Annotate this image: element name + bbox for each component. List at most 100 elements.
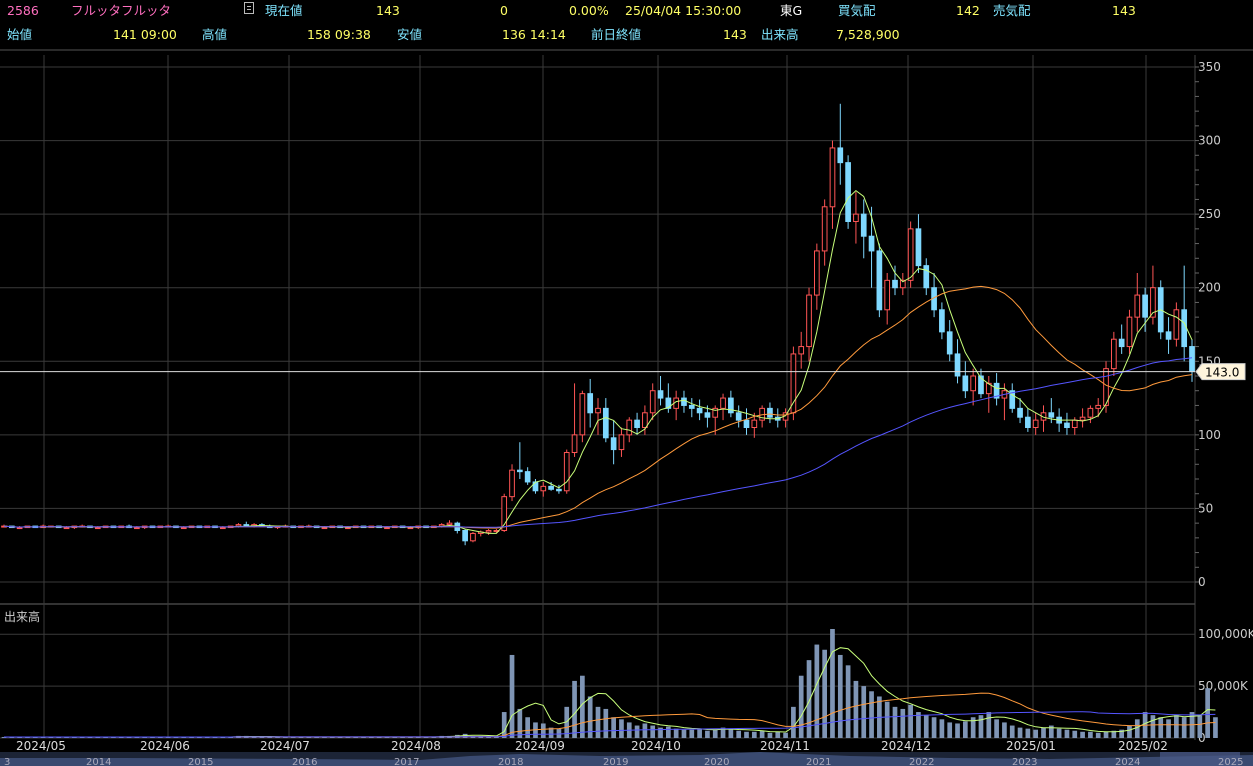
candle-body <box>806 294 812 348</box>
volume-bar <box>767 732 773 738</box>
candle-body <box>1071 419 1078 428</box>
price-tick-label: 300 <box>1198 134 1221 148</box>
candle-body <box>509 469 515 498</box>
candle-body <box>618 434 625 451</box>
candle-body <box>563 452 570 492</box>
candle-body <box>501 496 508 531</box>
candle-body <box>767 407 773 418</box>
candle-body <box>634 419 640 428</box>
candle-body <box>845 162 851 222</box>
volume-bar <box>1134 719 1140 738</box>
candle-body <box>1032 419 1039 428</box>
x-axis-label: 2024/12 <box>881 739 931 753</box>
candle-body <box>884 279 891 311</box>
candle-body <box>837 147 844 164</box>
candle-body <box>524 471 531 483</box>
volume-bar <box>1103 731 1109 738</box>
navigator-year-label: 3 <box>4 757 10 766</box>
volume-bar <box>603 708 609 738</box>
volume-bar <box>697 728 702 738</box>
volume-bar <box>1088 731 1093 738</box>
volume-bar <box>681 729 687 738</box>
navigator-year-label: 2018 <box>498 757 523 766</box>
volume-bar <box>712 729 718 738</box>
candle-body <box>657 390 664 399</box>
candle-body <box>384 527 390 530</box>
volume-bar <box>1017 727 1023 738</box>
volume-bar <box>1174 715 1179 738</box>
volume-bar <box>908 704 913 738</box>
candle-body <box>1110 338 1117 370</box>
navigator-year-label: 2016 <box>292 757 317 766</box>
volume-bar <box>798 675 804 738</box>
volume-bar <box>705 730 710 738</box>
candle-body <box>579 393 586 436</box>
candle-body <box>649 390 656 414</box>
volume-bar <box>1158 717 1164 738</box>
volume-bar <box>759 730 765 738</box>
candle-body <box>548 485 554 490</box>
volume-bar <box>1197 715 1203 738</box>
candle-body <box>829 147 836 208</box>
candle-body <box>720 397 726 409</box>
volume-bar <box>845 665 851 738</box>
candle-body <box>876 250 883 311</box>
volume-bar <box>1166 719 1171 738</box>
candlestick-chart[interactable]: 350300250200150100500143.0出来高100,000K50,… <box>0 0 1253 766</box>
navigator-year-label: 2022 <box>909 757 934 766</box>
volume-bar <box>853 680 859 738</box>
candle-body <box>1064 422 1070 429</box>
candle-body <box>235 524 242 527</box>
volume-bar <box>728 728 734 738</box>
candle-body <box>556 488 562 492</box>
volume-bar <box>580 675 585 738</box>
volume-bar <box>861 686 867 738</box>
candle-body <box>571 434 578 454</box>
volume-bar <box>986 712 992 738</box>
candle-body <box>485 530 492 533</box>
volume-bar <box>869 691 874 738</box>
candle-body <box>743 419 750 428</box>
x-axis-label: 2024/11 <box>760 739 810 753</box>
navigator-year-label: 2014 <box>86 757 111 766</box>
navigator-year-label: 2024 <box>1115 757 1140 766</box>
candle-body <box>1173 309 1180 340</box>
volume-bar <box>962 721 968 738</box>
price-tick-label: 350 <box>1198 60 1221 74</box>
candle-body <box>595 407 601 414</box>
candle-body <box>1134 294 1141 318</box>
candle-body <box>1048 412 1055 418</box>
candle-body <box>954 353 961 377</box>
volume-bar <box>1056 728 1062 738</box>
volume-bar <box>1181 717 1187 738</box>
volume-bar <box>892 706 898 738</box>
candle-body <box>63 527 70 530</box>
candle-body <box>1165 331 1172 340</box>
candle-body <box>939 309 945 333</box>
x-axis-label: 2025/02 <box>1118 739 1168 753</box>
candle-body <box>735 412 742 421</box>
candle-body <box>321 527 328 530</box>
navigator-year-label: 2023 <box>1012 757 1037 766</box>
volume-bar <box>900 708 906 738</box>
volume-bar <box>689 729 695 738</box>
candle-body <box>704 412 711 418</box>
candle-body <box>751 419 758 428</box>
candle-body <box>915 228 922 267</box>
candle-body <box>642 412 648 428</box>
ma-short-line <box>3 189 1193 534</box>
candle-body <box>1118 338 1125 348</box>
volume-bar <box>1080 731 1085 738</box>
x-axis-label: 2024/06 <box>140 739 190 753</box>
candle-body <box>470 532 476 542</box>
candle-body <box>868 235 875 252</box>
volume-bar <box>1033 729 1039 738</box>
volume-ma-short <box>4 647 1216 738</box>
price-tick-label: 250 <box>1198 207 1221 221</box>
volume-bar <box>673 728 679 738</box>
navigator-year-label: 2019 <box>603 757 628 766</box>
candle-body <box>946 331 953 355</box>
volume-bar <box>540 723 546 738</box>
volume-bar <box>1064 729 1070 738</box>
ma-long-line <box>3 357 1193 528</box>
